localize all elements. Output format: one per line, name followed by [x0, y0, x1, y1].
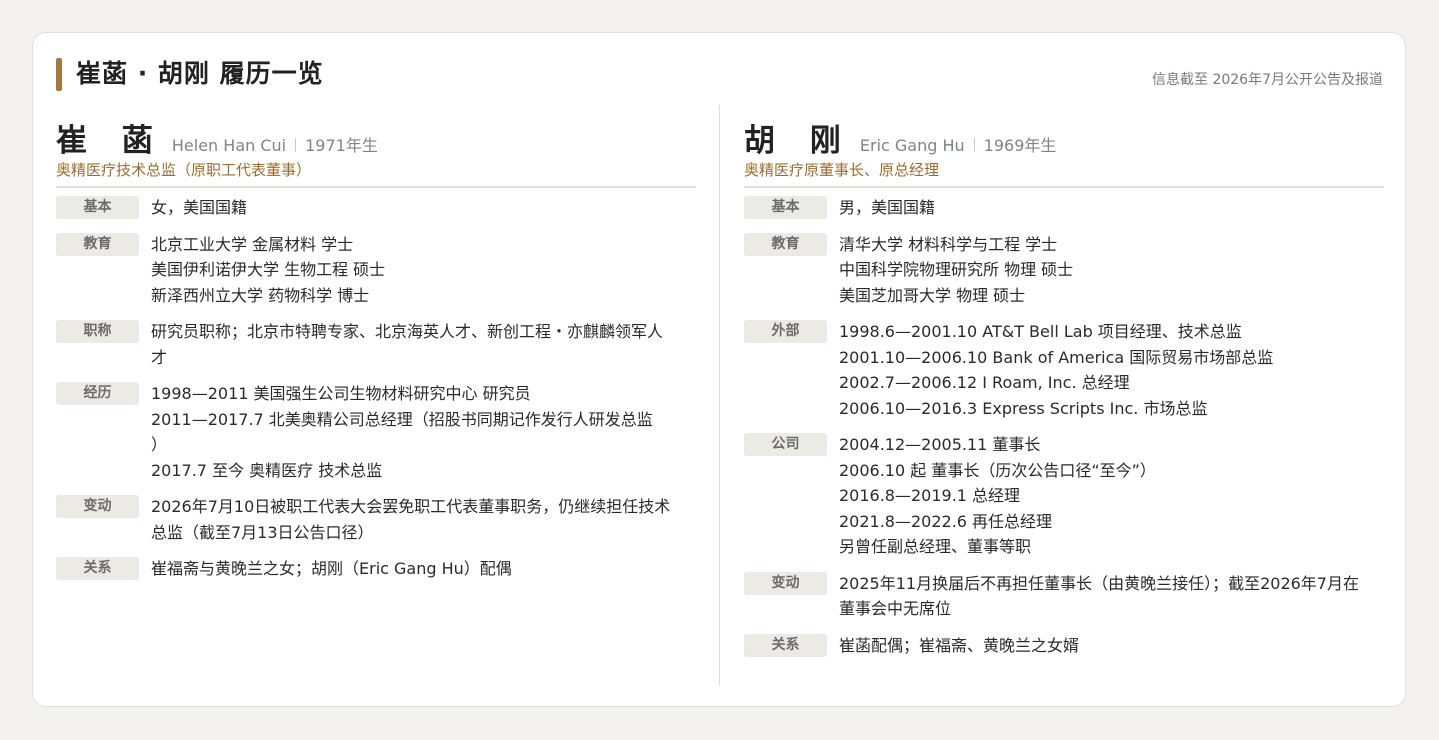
section-values: 清华大学 材料科学与工程 学士 中国科学院物理研究所 物理 硕士 美国芝加哥大学 物… — [839, 232, 1384, 309]
info-row: 基本 女，美国国籍 — [56, 195, 696, 221]
section-line: 2016.8—2019.1 总经理 — [839, 486, 1021, 505]
section-line: 女，美国国籍 — [151, 198, 248, 217]
person-role: 奥精医疗技术总监（原职工代表董事） — [56, 161, 312, 179]
section-line: 才 — [151, 347, 168, 367]
section-label: 变动 — [56, 495, 139, 518]
info-row: 变动 2025年11月换届后不再担任董事长（由黄晚兰接任）；截至2026年7月在董… — [744, 571, 1384, 622]
person-name-en: Eric Gang Hu — [859, 136, 965, 155]
section-values: 1998.6—2001.10 AT&T Bell Lab 项目经理、技术总监 20… — [839, 319, 1384, 421]
section-line: 2004.12—2005.11 董事长 — [839, 435, 1041, 454]
section-values: 崔菡配偶；崔福斋、黄晚兰之女婿 — [839, 633, 1384, 659]
section-line: 美国芝加哥大学 物理 硕士 — [839, 285, 1026, 305]
info-row: 变动 2026年7月10日被职工代表大会罢免职工代表董事职务，仍继续担任技术 总监（… — [56, 494, 696, 545]
column-divider — [719, 105, 720, 685]
section-line: 研究员职称；北京市特聘专家、北京海英人才、新创工程・亦麒麟领军人 — [151, 322, 664, 341]
section-line: 另曾任副总经理、董事等职 — [839, 537, 1032, 556]
section-line: 2006.10 起 董事长（历次公告口径“至今”） — [839, 460, 1156, 480]
section-line: 2021.8—2022.6 再任总经理 — [839, 511, 1053, 531]
person-role: 奥精医疗原董事长、原总经理 — [744, 161, 940, 179]
section-label: 变动 — [744, 571, 827, 595]
section-line: 新泽西州立大学 药物科学 博士 — [151, 285, 370, 305]
info-row: 职称 研究员职称；北京市特聘专家、北京海英人才、新创工程・亦麒麟领军人才 — [56, 319, 696, 370]
section-line: 2011—2017.7 北美奥精公司总经理（招股书同期记作发行人研发总监 — [151, 409, 653, 429]
section-label: 经历 — [56, 382, 139, 405]
section-label: 基本 — [56, 196, 139, 219]
name-row: 胡 刚 Eric Gang Hu 1969年生 — [744, 115, 1384, 159]
section-label: 关系 — [744, 633, 827, 657]
section-line: 2025年11月换届后不再担任董事长（由黄晚兰接任）；截至2026年7月在 — [839, 573, 1359, 593]
section-values: 研究员职称；北京市特聘专家、北京海英人才、新创工程・亦麒麟领军人才 — [151, 319, 696, 370]
section-line: 2001.10—2006.10 Bank of America 国际贸易市场部总… — [839, 347, 1274, 367]
section-label: 关系 — [56, 557, 139, 580]
person-name-cn: 胡 刚 — [744, 123, 853, 159]
info-row: 教育 北京工业大学 金属材料 学士美国伊利诺伊大学 生物工程 硕士 新泽西州立大学 … — [56, 232, 696, 309]
info-row: 关系 崔菡配偶；崔福斋、黄晚兰之女婿 — [744, 633, 1384, 659]
info-row: 基本 男，美国国籍 — [744, 195, 1384, 221]
section-label: 公司 — [744, 433, 827, 456]
header-divider — [744, 186, 1384, 188]
section-line: 2002.7—2006.12 I Roam, Inc. 总经理 — [839, 373, 1130, 392]
section-line: 中国科学院物理研究所 物理 硕士 — [839, 260, 1074, 279]
section-values: 1998—2011 美国强生公司生物材料研究中心 研究员 2011—2017.7 … — [151, 381, 696, 483]
section-line: 2017.7 至今 奥精医疗 技术总监 — [151, 460, 383, 480]
section-line: 美国伊利诺伊大学 生物工程 硕士 — [151, 260, 386, 279]
info-row: 经历 1998—2011 美国强生公司生物材料研究中心 研究员 2011—2017.… — [56, 381, 696, 483]
name-row: 崔 菡 Helen Han Cui 1971年生 — [56, 115, 696, 159]
section-line: ） — [151, 435, 168, 454]
section-label: 教育 — [744, 232, 827, 256]
section-values: 北京工业大学 金属材料 学士美国伊利诺伊大学 生物工程 硕士 新泽西州立大学 药物… — [151, 232, 696, 309]
info-row: 外部 1998.6—2001.10 AT&T Bell Lab 项目经理、技术总监… — [744, 319, 1384, 421]
section-values: 女，美国国籍 — [151, 195, 696, 221]
section-label: 外部 — [744, 320, 827, 343]
name-separator — [295, 138, 297, 152]
profile-column-hu: 胡 刚 Eric Gang Hu 1969年生 奥精医疗原董事长、原总经理 基本男… — [744, 115, 1384, 669]
section-list: 基本 男，美国国籍 教育 清华大学 材料科学与工程 学士 中国科学院物理研究所 物理 硕… — [744, 195, 1384, 658]
profile-card: 崔菡 · 胡刚 履历一览 信息截至 2026年7月公开公告及报道 崔 菡 Hel… — [32, 32, 1406, 707]
section-line: 总监（截至7月13日公告口径） — [151, 522, 374, 542]
birth-year: 1971年生 — [305, 136, 378, 155]
section-line: 2006.10—2016.3 Express Scripts Inc. 市场总监 — [839, 398, 1208, 418]
section-values: 2004.12—2005.11 董事长 2006.10 起 董事长（历次公告口径“… — [839, 432, 1384, 560]
section-line: 董事会中无席位 — [839, 599, 952, 618]
section-values: 男，美国国籍 — [839, 195, 1384, 221]
section-values: 崔福斋与黄晚兰之女；胡刚（Eric Gang Hu）配偶 — [151, 556, 696, 582]
section-line: 男，美国国籍 — [839, 198, 936, 217]
section-line: 北京工业大学 金属材料 学士 — [151, 234, 354, 254]
info-row: 关系 崔福斋与黄晚兰之女；胡刚（Eric Gang Hu）配偶 — [56, 556, 696, 582]
profile-column-cui: 崔 菡 Helen Han Cui 1971年生 奥精医疗技术总监（原职工代表董事… — [56, 115, 696, 593]
section-line: 崔菡配偶；崔福斋、黄晚兰之女婿 — [839, 635, 1080, 655]
section-line: 1998.6—2001.10 AT&T Bell Lab 项目经理、技术总监 — [839, 322, 1242, 341]
info-row: 公司 2004.12—2005.11 董事长 2006.10 起 董事长（历次公告口… — [744, 432, 1384, 560]
section-list: 基本 女，美国国籍 教育 北京工业大学 金属材料 学士美国伊利诺伊大学 生物工程 硕士… — [56, 195, 696, 582]
info-cutoff-note: 信息截至 2026年7月公开公告及报道 — [1152, 72, 1383, 88]
person-name-en: Helen Han Cui — [171, 136, 287, 155]
section-line: 2026年7月10日被职工代表大会罢免职工代表董事职务，仍继续担任技术 — [151, 497, 671, 516]
birth-year: 1969年生 — [983, 136, 1057, 155]
section-line: 清华大学 材料科学与工程 学士 — [839, 234, 1058, 254]
person-name-cn: 崔 菡 — [56, 123, 165, 159]
page-title: 崔菡 · 胡刚 履历一览 — [76, 59, 324, 88]
info-row: 教育 清华大学 材料科学与工程 学士 中国科学院物理研究所 物理 硕士 美国芝加哥大学… — [744, 232, 1384, 309]
header-divider — [56, 186, 696, 188]
section-line: 1998—2011 美国强生公司生物材料研究中心 研究员 — [151, 384, 531, 403]
section-values: 2025年11月换届后不再担任董事长（由黄晚兰接任）；截至2026年7月在 董事会… — [839, 571, 1384, 622]
section-label: 教育 — [56, 232, 139, 256]
name-separator — [973, 138, 975, 152]
section-line: 崔福斋与黄晚兰之女；胡刚（Eric Gang Hu）配偶 — [151, 559, 512, 578]
title-accent-bar — [56, 58, 62, 91]
section-values: 2026年7月10日被职工代表大会罢免职工代表董事职务，仍继续担任技术 总监（截至… — [151, 494, 696, 545]
section-label: 职称 — [56, 320, 139, 343]
section-label: 基本 — [744, 196, 827, 219]
